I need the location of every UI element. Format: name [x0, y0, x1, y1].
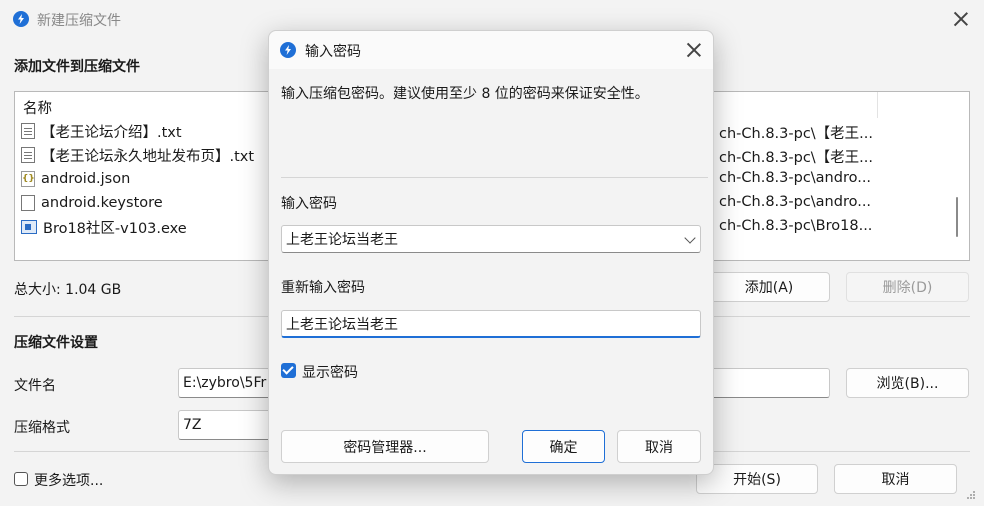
- dialog-cancel-button[interactable]: 取消: [617, 430, 701, 463]
- app-logo-icon: [13, 11, 29, 27]
- exe-file-icon: [21, 220, 37, 234]
- repeat-password-value: 上老王论坛当老王: [286, 316, 398, 333]
- list-item[interactable]: {} android.json: [21, 168, 130, 190]
- file-path: ch-Ch.8.3-pc\andro...: [719, 194, 872, 210]
- file-name: Bro18社区-v103.exe: [43, 220, 187, 237]
- show-password-checkbox[interactable]: [281, 363, 296, 378]
- window-title: 新建压缩文件: [37, 13, 121, 29]
- file-name: 【老王论坛介绍】.txt: [41, 124, 182, 141]
- list-item[interactable]: 【老王论坛永久地址发布页】.txt: [21, 144, 254, 166]
- cancel-button[interactable]: 取消: [834, 464, 957, 494]
- archive-settings-section-title: 压缩文件设置: [14, 335, 98, 351]
- txt-file-icon: [21, 123, 35, 139]
- repeat-password-label: 重新输入密码: [281, 280, 365, 296]
- repeat-password-input[interactable]: 上老王论坛当老王: [281, 310, 701, 338]
- password-manager-button[interactable]: 密码管理器...: [281, 430, 489, 463]
- column-divider: [877, 92, 878, 118]
- resize-grip-icon[interactable]: [966, 488, 976, 499]
- list-item[interactable]: android.keystore: [21, 192, 163, 214]
- file-name: android.keystore: [41, 195, 163, 211]
- file-name: 【老王论坛永久地址发布页】.txt: [41, 148, 255, 165]
- format-label: 压缩格式: [14, 420, 70, 436]
- txt-file-icon: [21, 147, 35, 163]
- password-label: 输入密码: [281, 196, 337, 212]
- ok-button[interactable]: 确定: [522, 430, 605, 463]
- file-path: ch-Ch.8.3-pc\andro...: [719, 170, 872, 186]
- list-item[interactable]: Bro18社区-v103.exe: [21, 216, 187, 238]
- json-file-icon: {}: [21, 171, 35, 187]
- dialog-titlebar[interactable]: 输入密码: [269, 31, 713, 69]
- file-path: ch-Ch.8.3-pc\【老王...: [719, 150, 873, 166]
- add-button[interactable]: 添加(A): [708, 272, 830, 302]
- dialog-title: 输入密码: [305, 44, 361, 60]
- app-logo-icon: [280, 42, 296, 58]
- dialog-close-icon[interactable]: [683, 39, 705, 61]
- show-password-label[interactable]: 显示密码: [302, 362, 358, 382]
- file-path: ch-Ch.8.3-pc\Bro18...: [719, 218, 873, 234]
- more-options-label[interactable]: 更多选项...: [34, 470, 103, 490]
- password-combobox[interactable]: 上老王论坛当老王: [281, 225, 701, 253]
- list-header-name[interactable]: 名称: [23, 97, 52, 118]
- password-dialog: 输入密码 输入压缩包密码。建议使用至少 8 位的密码来保证安全性。 输入密码 上…: [268, 30, 714, 475]
- dialog-description: 输入压缩包密码。建议使用至少 8 位的密码来保证安全性。: [281, 86, 649, 102]
- remove-button[interactable]: 删除(D): [846, 272, 969, 302]
- file-name: android.json: [41, 171, 131, 187]
- divider: [281, 177, 708, 178]
- start-button[interactable]: 开始(S): [696, 464, 818, 494]
- add-files-section-title: 添加文件到压缩文件: [14, 59, 140, 75]
- browse-button[interactable]: 浏览(B)...: [846, 368, 969, 398]
- blank-file-icon: [21, 195, 35, 211]
- window-close-icon[interactable]: [950, 8, 972, 30]
- password-value: 上老王论坛当老王: [286, 232, 398, 248]
- file-path: ch-Ch.8.3-pc\【老王...: [719, 126, 873, 142]
- list-scrollbar[interactable]: [956, 197, 958, 237]
- format-select[interactable]: 7Z: [178, 410, 278, 440]
- total-size-label: 总大小: 1.04 GB: [14, 282, 122, 298]
- list-item[interactable]: 【老王论坛介绍】.txt: [21, 120, 182, 142]
- filename-label: 文件名: [14, 378, 56, 394]
- more-options-checkbox[interactable]: [14, 472, 28, 486]
